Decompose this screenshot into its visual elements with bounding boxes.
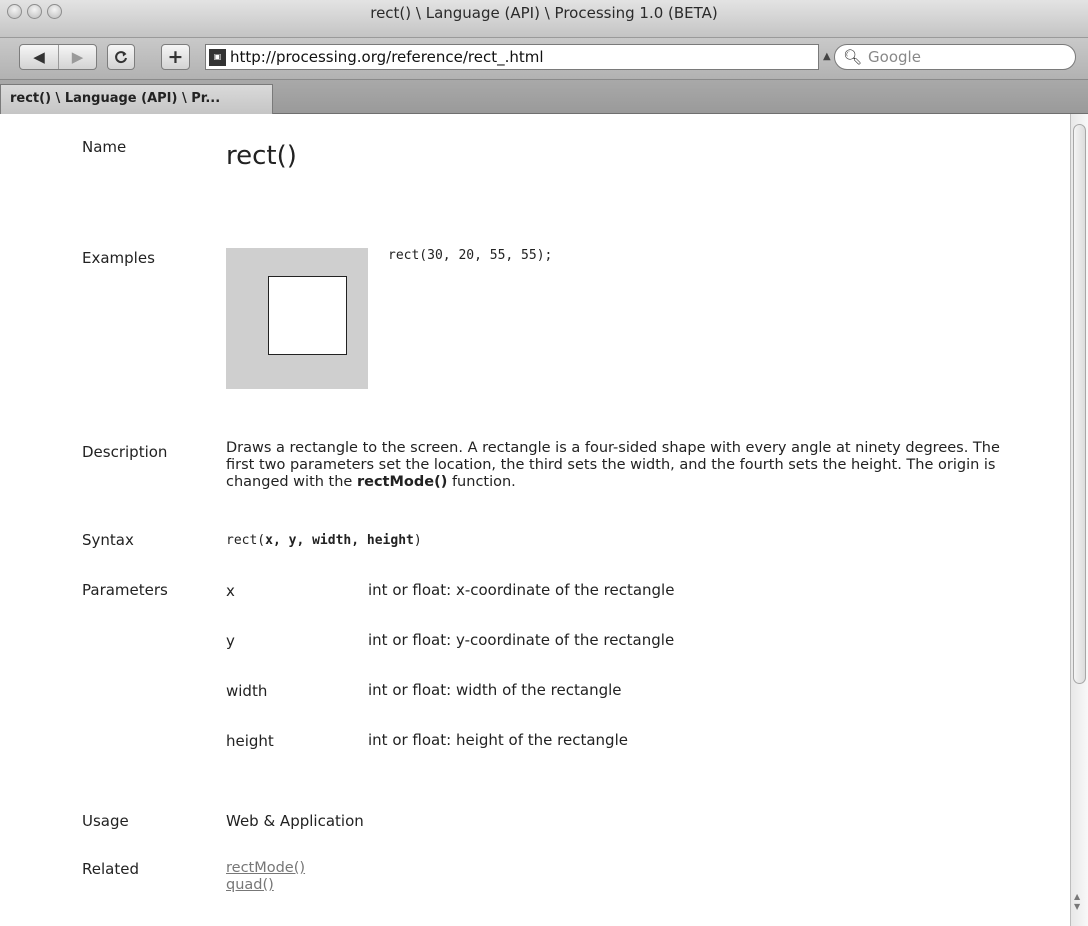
url-dropdown-icon[interactable]: ▲ [823, 51, 831, 62]
reload-button[interactable] [107, 44, 135, 70]
site-favicon-icon: ▣ [209, 48, 226, 66]
related-label: Related [82, 860, 139, 878]
param-description: int or float: y-coordinate of the rectan… [368, 631, 675, 649]
param-description: int or float: width of the rectangle [368, 681, 622, 699]
related-link-quad[interactable]: quad() [226, 877, 274, 893]
back-arrow-icon: ◀ [33, 48, 45, 66]
search-field[interactable]: 🔍︎ Google [834, 44, 1076, 70]
related-link-rectmode[interactable]: rectMode() [226, 860, 305, 876]
syntax-arguments: x, y, width, height [265, 533, 414, 548]
example-code: rect(30, 20, 55, 55); [388, 248, 553, 263]
usage-value: Web & Application [226, 812, 364, 830]
scroll-arrows-icon[interactable]: ▲ ▼ [1074, 892, 1080, 912]
page-content: Name rect() Examples rect(30, 20, 55, 55… [0, 114, 1070, 926]
param-name: height [226, 732, 274, 750]
vertical-scrollbar[interactable]: ▲ ▼ [1070, 114, 1088, 926]
param-description: int or float: height of the rectangle [368, 731, 628, 749]
syntax-function: rect( [226, 533, 266, 548]
plus-icon: + [167, 46, 184, 68]
description-text: Draws a rectangle to the screen. A recta… [226, 440, 1016, 491]
reload-icon [115, 51, 127, 64]
param-name: x [226, 582, 235, 600]
search-placeholder: Google [868, 48, 921, 66]
syntax-code: rect(x, y, width, height) [226, 533, 422, 548]
example-canvas-image [226, 248, 368, 389]
examples-label: Examples [82, 249, 155, 267]
param-description: int or float: x-coordinate of the rectan… [368, 581, 675, 599]
address-bar[interactable]: ▣ http://processing.org/reference/rect_.… [205, 44, 819, 70]
description-rectmode-ref: rectMode() [356, 474, 448, 490]
add-bookmark-button[interactable]: + [161, 44, 190, 70]
description-body: Draws a rectangle to the screen. A recta… [226, 440, 1000, 490]
search-icon: 🔍︎ [843, 48, 863, 66]
name-label: Name [82, 138, 127, 156]
browser-toolbar: ◀ ▶ + ▣ http://processing.org/reference/… [0, 38, 1088, 80]
description-tail: function. [451, 474, 516, 490]
forward-arrow-icon: ▶ [71, 48, 84, 66]
param-name: width [226, 682, 268, 700]
tab-rect-reference[interactable]: rect() \ Language (API) \ Pr... [0, 84, 273, 114]
address-bar-url: http://processing.org/reference/rect_.ht… [230, 48, 544, 66]
forward-button[interactable]: ▶ [58, 45, 96, 69]
usage-label: Usage [82, 812, 129, 830]
syntax-label: Syntax [82, 531, 134, 549]
parameters-label: Parameters [82, 581, 168, 599]
description-label: Description [82, 443, 168, 461]
window-title: rect() \ Language (API) \ Processing 1.0… [370, 4, 718, 22]
back-button[interactable]: ◀ [20, 45, 58, 69]
param-name: y [226, 632, 235, 650]
scrollbar-thumb[interactable] [1073, 124, 1086, 684]
page-title: rect() [226, 141, 297, 171]
tab-bar: rect() \ Language (API) \ Pr... [0, 80, 1088, 114]
window-titlebar: rect() \ Language (API) \ Processing 1.0… [0, 0, 1088, 38]
back-forward-button-group: ◀ ▶ [19, 44, 97, 70]
syntax-close-paren: ) [413, 533, 422, 548]
example-rectangle [268, 276, 347, 355]
